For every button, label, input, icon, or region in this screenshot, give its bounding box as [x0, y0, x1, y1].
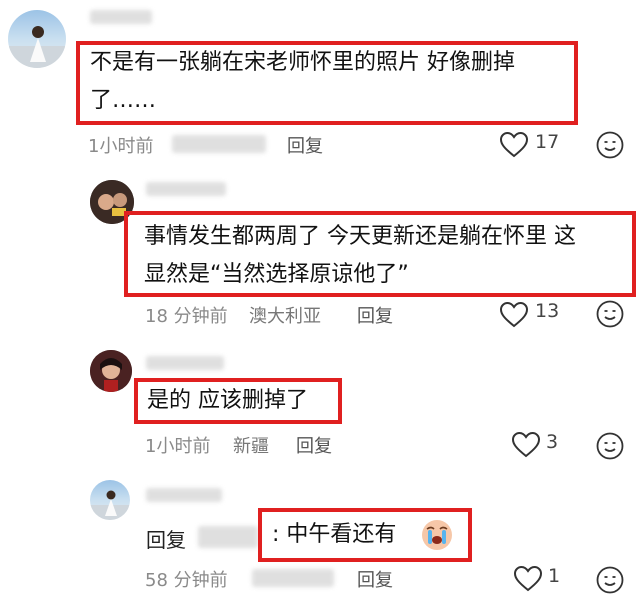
heart-icon[interactable] [499, 301, 529, 332]
reply-button[interactable]: 回复 [287, 132, 323, 158]
avatar[interactable] [8, 10, 66, 68]
location-blurred [252, 569, 334, 587]
like-count: 17 [535, 131, 560, 153]
location-blurred [172, 135, 266, 153]
reply-button[interactable]: 回复 [296, 432, 332, 458]
avatar-photo-icon [90, 490, 130, 520]
emoji-icon[interactable] [596, 131, 624, 163]
reply-button[interactable]: 回复 [357, 302, 393, 328]
avatar-photo-icon [90, 350, 132, 392]
username-blurred [146, 488, 222, 502]
heart-icon[interactable] [511, 431, 541, 462]
username-blurred [146, 356, 224, 370]
username-blurred [90, 10, 152, 24]
avatar[interactable] [90, 350, 132, 392]
like-count: 3 [546, 431, 559, 453]
comment-location: 澳大利亚 [249, 306, 321, 327]
like-count: 1 [548, 565, 561, 587]
comment-time: 58 分钟前 [145, 570, 228, 591]
comment-text: 不是有一张躺在宋老师怀里的照片 好像删掉 [90, 50, 515, 75]
heart-icon[interactable] [513, 565, 543, 596]
username-blurred [146, 182, 226, 196]
emoji-icon[interactable] [596, 566, 624, 598]
heart-icon[interactable] [499, 131, 529, 162]
crying-face-icon [420, 518, 454, 556]
reply-to-user-blurred [198, 526, 258, 548]
comment-time: 18 分钟前 [145, 306, 228, 327]
comment-text: 显然是“当然选择原谅他了” [144, 262, 409, 287]
comment-text: : 中午看还有 [272, 522, 397, 547]
emoji-icon[interactable] [596, 300, 624, 332]
reply-button[interactable]: 回复 [357, 566, 393, 592]
comment-text: 事情发生都两周了 今天更新还是躺在怀里 这 [144, 224, 576, 249]
comment-time: 1小时前 [145, 436, 211, 457]
emoji-icon[interactable] [596, 432, 624, 464]
comment-time: 1小时前 [88, 136, 154, 157]
avatar-photo-icon [8, 26, 66, 68]
like-count: 13 [535, 300, 560, 322]
reply-to-label: 回复 [146, 528, 186, 552]
comment-text: 了…… [90, 88, 157, 113]
comment-location: 新疆 [233, 436, 269, 457]
avatar[interactable] [90, 480, 130, 520]
comment-text: 是的 应该删掉了 [147, 388, 308, 413]
